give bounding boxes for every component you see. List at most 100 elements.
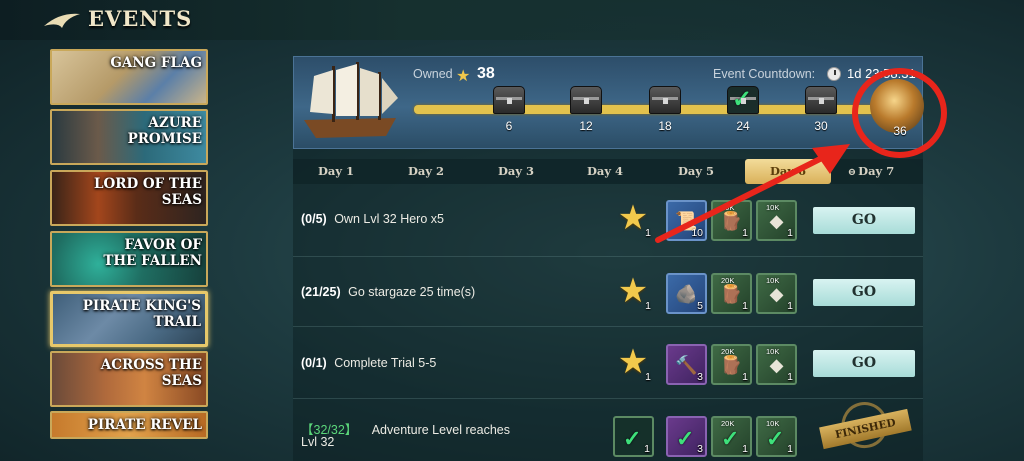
reward-qty: 1	[742, 371, 748, 383]
reward-qty: 3	[697, 371, 703, 383]
page-title: EVENTS	[88, 6, 193, 31]
milestone-chest-12[interactable]: 12	[568, 86, 604, 133]
reward-qty: 1	[645, 227, 651, 239]
tab-day-7[interactable]: ⊖ Day 7	[828, 159, 914, 184]
owned-label: Owned	[413, 67, 453, 81]
day-tabs: Day 1 Day 2 Day 3 Day 4 Day 5 Day 6 ⊖ Day…	[293, 159, 923, 184]
ore-icon[interactable]: 10K ◆ 1	[756, 344, 797, 385]
tab-label: Day 6	[769, 164, 807, 178]
ore-icon[interactable]: 10K ✓ 1	[756, 416, 797, 457]
highlight-circle	[852, 68, 947, 158]
task-description-line2: Lvl 32	[301, 435, 335, 449]
task-description: Go stargaze 25 time(s)	[348, 285, 476, 299]
tab-label: Day 5	[677, 164, 715, 178]
scroll-icon[interactable]: 📜 10	[666, 200, 707, 241]
task-text: (0/5) Own Lvl 32 Hero x5	[301, 212, 444, 226]
milestone-chest-18[interactable]: 18	[647, 86, 683, 133]
chest-icon	[570, 86, 602, 114]
task-row: (0/5) Own Lvl 32 Hero x5 ★ 1 📜 10 20K 🪵 1 10…	[293, 185, 923, 255]
sidebar-item-label: LORD OF THE SEAS	[93, 176, 202, 208]
sidebar-item-label: FAVOR OF THE FALLEN	[103, 237, 202, 269]
milestone-value: 12	[579, 119, 593, 133]
reward-qty: 1	[742, 227, 748, 239]
check-icon: ✓	[676, 426, 695, 451]
star-reward-icon: ★ 1	[617, 199, 651, 239]
star-reward-icon: ★ 1	[617, 343, 651, 383]
tab-day-2[interactable]: Day 2	[383, 159, 469, 184]
sidebar-item-label: PIRATE KING'S TRAIL	[82, 298, 201, 330]
task-description: Complete Trial 5-5	[334, 356, 437, 370]
reward-qty: 10	[691, 227, 703, 239]
tab-label: Day 3	[497, 164, 535, 178]
tab-label: Day 2	[407, 164, 445, 178]
lock-icon: ⊖	[847, 167, 857, 178]
divider	[293, 326, 923, 327]
sidebar-item-favor-of-the-fallen[interactable]: FAVOR OF THE FALLEN	[50, 231, 208, 287]
reward-qty: 1	[644, 443, 650, 455]
milestone-chest-6[interactable]: 6	[491, 86, 527, 133]
tab-label: Day 4	[586, 164, 624, 178]
sidebar-item-lord-of-the-seas[interactable]: LORD OF THE SEAS	[50, 170, 208, 226]
check-icon: ✓	[721, 426, 740, 451]
go-button[interactable]: GO	[813, 350, 915, 377]
sidebar-item-pirate-kings-trail[interactable]: PIRATE KING'S TRAIL	[50, 291, 208, 347]
wood-icon[interactable]: 20K ✓ 1	[711, 416, 752, 457]
task-progress: (21/25)	[301, 285, 341, 299]
star-icon: ★	[456, 68, 471, 85]
events-logo-icon	[44, 13, 80, 28]
reward-qty: 1	[645, 300, 651, 312]
milestone-chest-24[interactable]: ✓ 24	[725, 86, 761, 133]
tab-label: Day 1	[317, 164, 355, 178]
task-description: Adventure Level reaches	[371, 423, 510, 437]
tab-day-4[interactable]: Day 4	[562, 159, 648, 184]
task-row: (21/25) Go stargaze 25 time(s) ★ 1 🪨 5 20K…	[293, 258, 923, 328]
reward-qty: 1	[787, 300, 793, 312]
check-icon: ✓	[766, 426, 785, 451]
sidebar-item-label: GANG FLAG	[110, 55, 202, 71]
divider	[293, 398, 923, 399]
task-progress: (0/5)	[301, 212, 327, 226]
check-icon: ✓	[623, 426, 642, 451]
reward-qty: 1	[787, 443, 793, 455]
go-button[interactable]: GO	[813, 207, 915, 234]
wood-icon[interactable]: 20K 🪵 1	[711, 344, 752, 385]
star-reward-icon[interactable]: ✓ 1	[613, 416, 654, 457]
hammer-icon[interactable]: 🔨 3	[666, 344, 707, 385]
clock-icon	[827, 67, 841, 81]
milestone-chest-30[interactable]: 30	[803, 86, 839, 133]
star-reward-icon: ★ 1	[617, 272, 651, 312]
wood-icon[interactable]: 20K 🪵 1	[711, 200, 752, 241]
reward-qty: 3	[697, 443, 703, 455]
task-progress: (0/1)	[301, 356, 327, 370]
ore-icon[interactable]: 10K ◆ 1	[756, 200, 797, 241]
tab-label: Day 7	[858, 164, 895, 178]
tab-day-6[interactable]: Day 6	[745, 159, 831, 184]
reward-qty: 1	[787, 371, 793, 383]
chest-icon	[649, 86, 681, 114]
task-description: Own Lvl 32 Hero x5	[334, 212, 444, 226]
pirate-ship-icon	[304, 62, 398, 138]
wood-icon[interactable]: 20K 🪵 1	[711, 273, 752, 314]
tab-day-3[interactable]: Day 3	[473, 159, 559, 184]
reward-qty: 1	[742, 443, 748, 455]
milestone-value: 24	[736, 119, 750, 133]
hammer-icon[interactable]: ✓ 3	[666, 416, 707, 457]
tab-day-1[interactable]: Day 1	[293, 159, 379, 184]
sidebar-item-gang-flag[interactable]: GANG FLAG	[50, 49, 208, 105]
sidebar-item-azure-promise[interactable]: AZURE PROMISE	[50, 109, 208, 165]
sidebar-item-pirate-revel[interactable]: PIRATE REVEL	[50, 411, 208, 439]
reward-qty: 1	[645, 371, 651, 383]
sidebar-item-label: ACROSS THE SEAS	[100, 357, 202, 389]
tab-day-5[interactable]: Day 5	[653, 159, 739, 184]
countdown-label: Event Countdown:	[713, 67, 816, 81]
task-text: (21/25) Go stargaze 25 time(s)	[301, 285, 475, 299]
ore-chunk-icon[interactable]: 🪨 5	[666, 273, 707, 314]
owned-count: 38	[477, 65, 495, 82]
sidebar-item-across-the-seas[interactable]: ACROSS THE SEAS	[50, 351, 208, 407]
check-icon: ✓	[732, 86, 753, 113]
chest-icon: ✓	[727, 86, 759, 114]
reward-qty: 1	[742, 300, 748, 312]
ore-icon[interactable]: 10K ◆ 1	[756, 273, 797, 314]
chest-icon	[805, 86, 837, 114]
go-button[interactable]: GO	[813, 279, 915, 306]
